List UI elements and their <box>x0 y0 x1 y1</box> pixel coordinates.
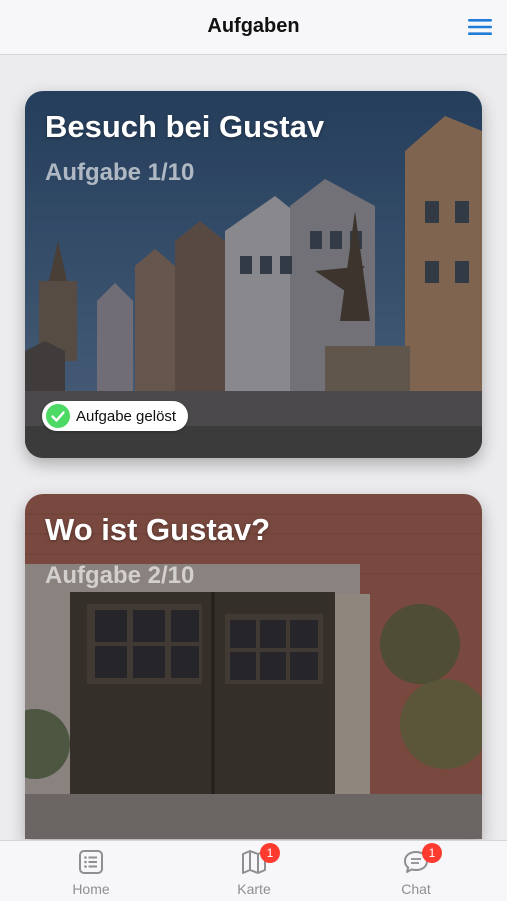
notification-badge: 1 <box>260 843 280 863</box>
status-badge: Aufgabe gelöst <box>42 401 189 431</box>
task-card-1[interactable]: Besuch bei Gustav Aufgabe 1/10 Aufgabe g… <box>25 91 482 458</box>
tab-home[interactable]: Home <box>31 841 151 901</box>
tab-karte[interactable]: 1 Karte <box>194 841 314 901</box>
header: Aufgaben <box>0 0 507 55</box>
check-icon <box>46 404 70 428</box>
task-subtitle: Aufgabe 1/10 <box>45 159 195 186</box>
menu-button[interactable] <box>467 17 493 37</box>
list-icon <box>79 850 103 874</box>
page-title: Aufgaben <box>207 15 300 37</box>
tab-label: Chat <box>401 881 431 897</box>
task-card-2[interactable]: Wo ist Gustav? Aufgabe 2/10 <box>25 494 482 839</box>
tab-label: Home <box>72 881 110 897</box>
task-subtitle: Aufgabe 2/10 <box>45 562 195 589</box>
status-text: Aufgabe gelöst <box>76 407 177 425</box>
tab-label: Karte <box>237 881 271 897</box>
hamburger-menu-icon <box>468 19 492 35</box>
tab-bar: Home 1 Karte 1 Chat <box>0 840 507 901</box>
task-title: Wo ist Gustav? <box>45 512 271 547</box>
tab-chat[interactable]: 1 Chat <box>356 841 476 901</box>
notification-badge: 1 <box>422 843 442 863</box>
task-title: Besuch bei Gustav <box>45 109 325 144</box>
